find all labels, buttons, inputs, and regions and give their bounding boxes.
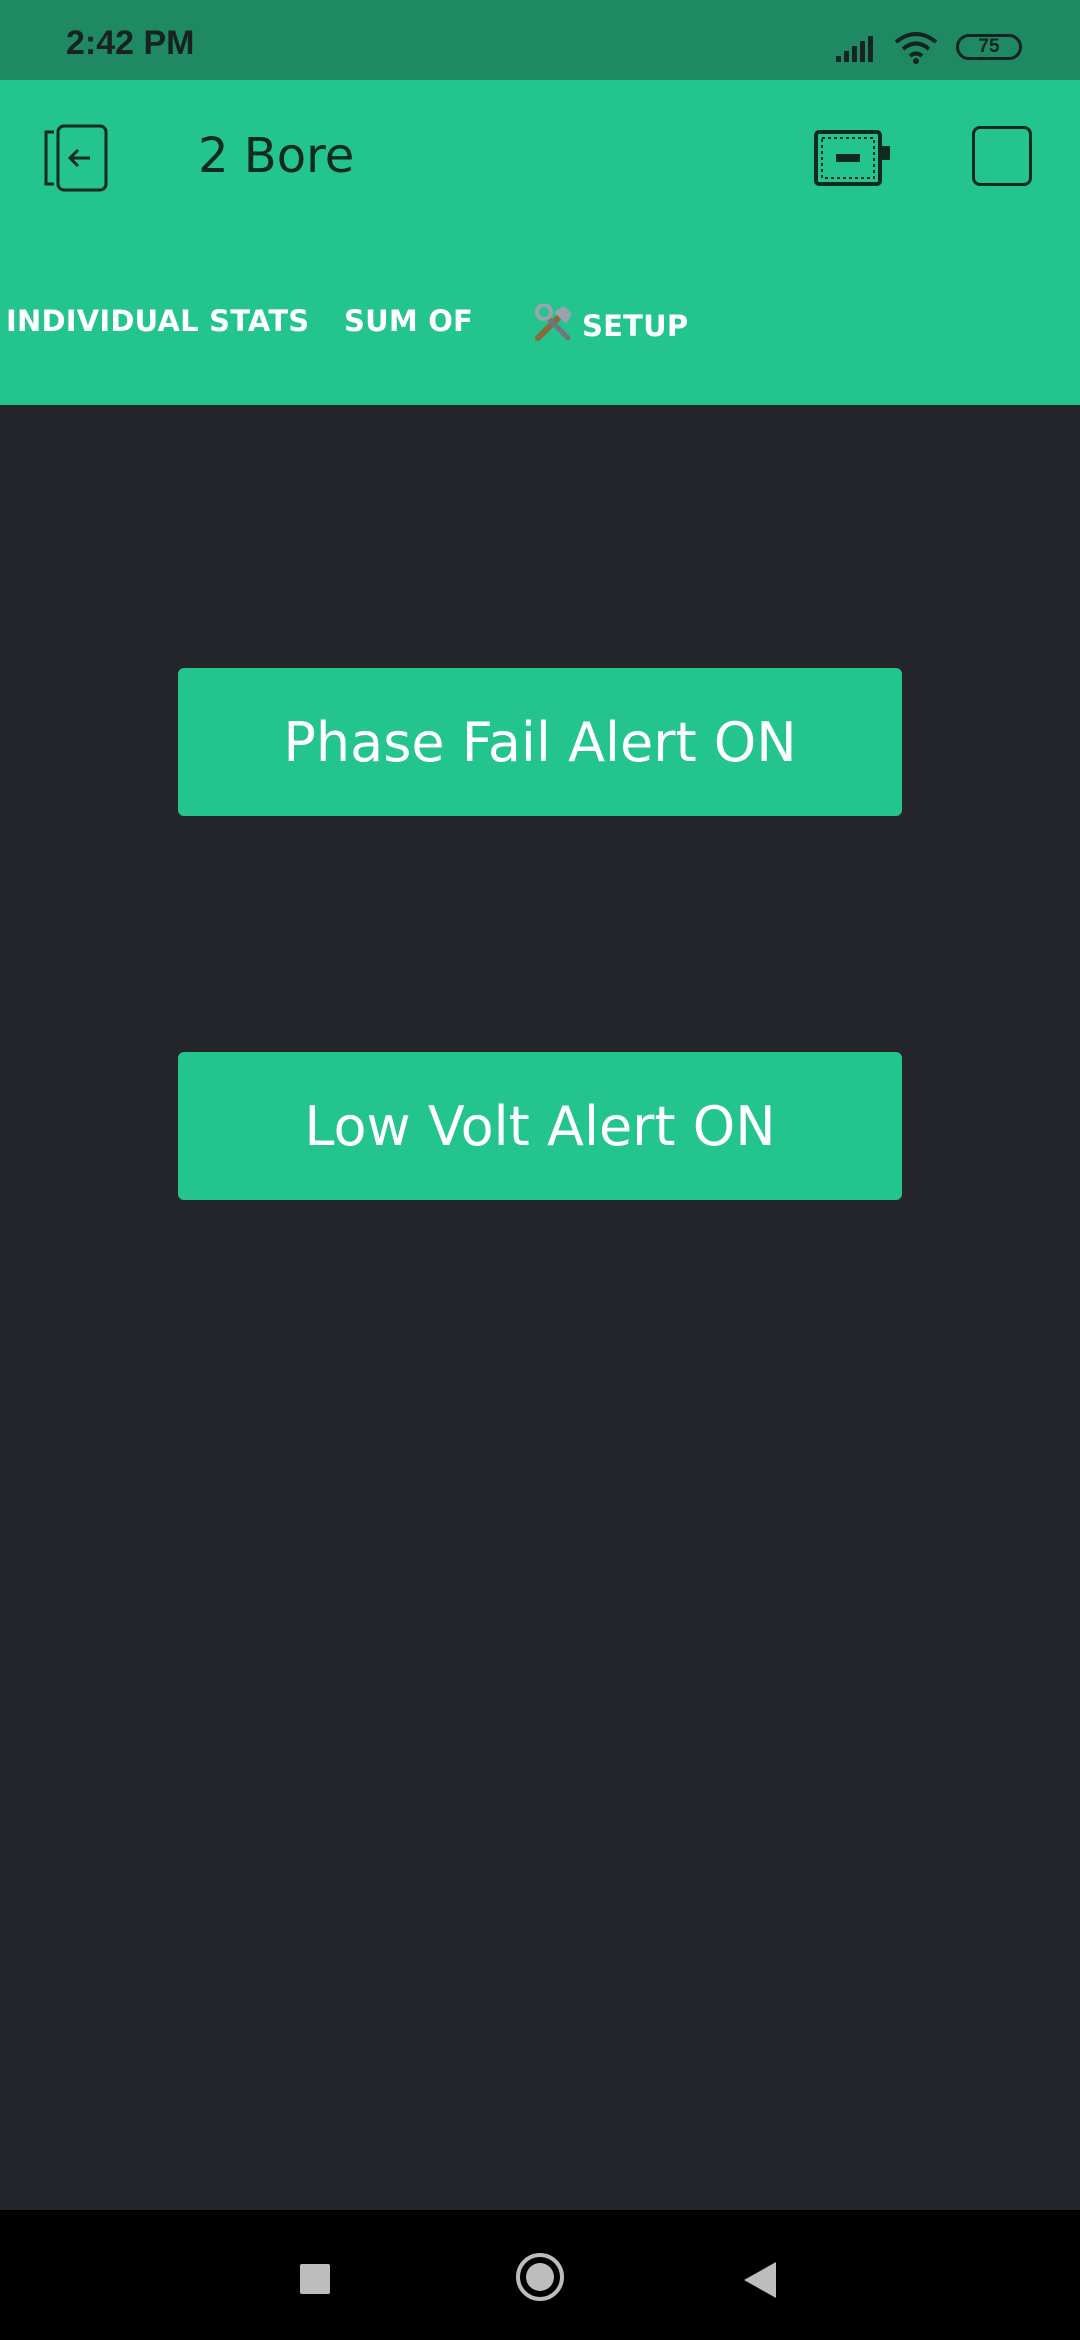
tab-setup[interactable]: SETUP	[532, 304, 688, 344]
wifi-icon	[894, 32, 938, 64]
tools-icon	[535, 304, 572, 341]
status-bar: 2:42 PM 75	[0, 0, 1080, 80]
battery-icon: 75	[956, 34, 1022, 60]
app-root: 2:42 PM 75 2 Bore INDIVIDUAL STATS SUM O…	[0, 0, 1080, 2340]
tab-bar: INDIVIDUAL STATS SUM OF SETUP	[0, 290, 1080, 441]
system-nav-bar	[0, 2210, 1080, 2340]
back-icon[interactable]	[742, 2260, 778, 2300]
tab-individual-stats[interactable]: INDIVIDUAL STATS	[6, 304, 309, 338]
recents-icon[interactable]	[300, 2264, 330, 2294]
phase-fail-alert-button[interactable]: Phase Fail Alert ON	[178, 668, 902, 816]
main-content: Phase Fail Alert ON Low Volt Alert ON	[0, 405, 1080, 2210]
tab-label: SETUP	[582, 309, 689, 343]
app-title: 2 Bore	[198, 128, 355, 184]
signal-icon	[836, 36, 873, 62]
low-volt-alert-button[interactable]: Low Volt Alert ON	[178, 1052, 902, 1200]
app-bar: 2 Bore INDIVIDUAL STATS SUM OF SETUP	[0, 80, 1080, 441]
exit-icon[interactable]	[40, 122, 114, 194]
tab-label: INDIVIDUAL STATS	[6, 304, 310, 338]
device-board-icon[interactable]	[812, 126, 892, 190]
tab-sum-of[interactable]: SUM OF	[344, 304, 473, 338]
stop-square-icon[interactable]	[972, 126, 1032, 186]
home-icon[interactable]	[515, 2252, 565, 2302]
tab-label: SUM OF	[344, 304, 474, 338]
status-time: 2:42 PM	[66, 24, 195, 62]
